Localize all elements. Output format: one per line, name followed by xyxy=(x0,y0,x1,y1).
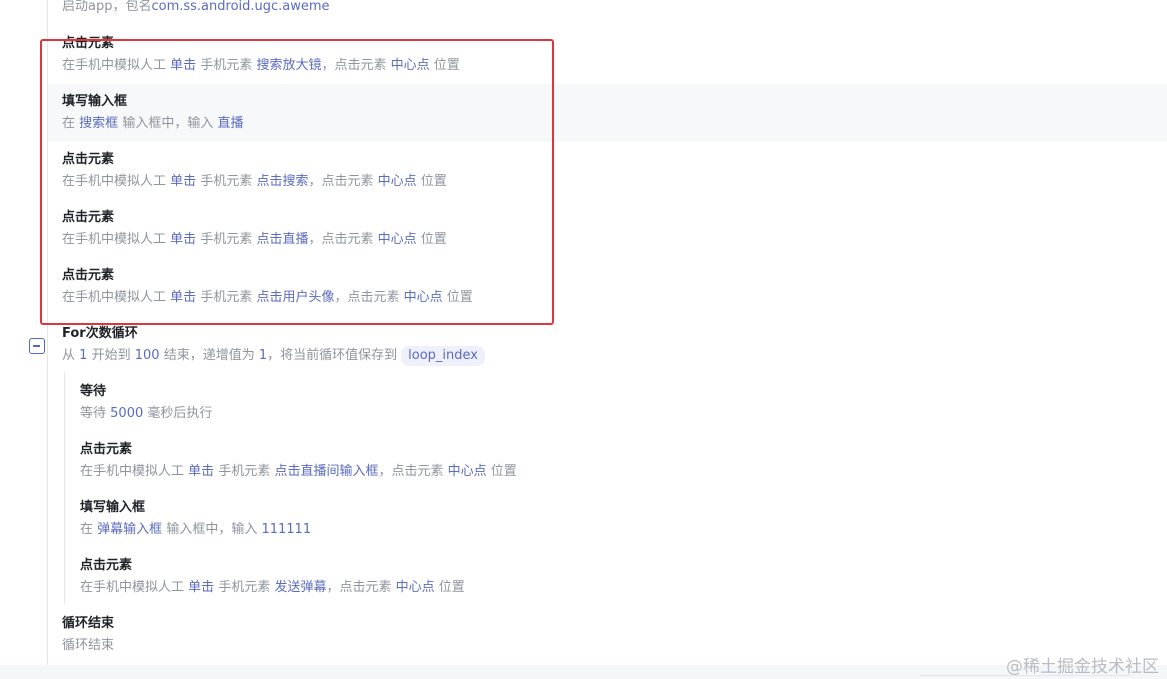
loop-variable-tag: loop_index xyxy=(401,346,485,366)
step-description: 从 1 开始到 100 结束，递增值为 1，将当前循环值保存到 loop_inde… xyxy=(62,346,485,366)
step-title: 循环结束 xyxy=(62,616,115,631)
launch-step[interactable]: 启动app，包名com.ss.android.ugc.aweme xyxy=(62,0,330,17)
step-title: 点击元素 xyxy=(80,442,133,457)
step-fill-input[interactable]: 填写输入框 在 弹幕输入框 输入框中，输入 111111 xyxy=(80,499,311,540)
step-description: 循环结束 xyxy=(62,638,115,653)
step-click-element[interactable]: 点击元素 在手机中模拟人工 单击 手机元素 点击直播间输入框，点击元素 中心点 … xyxy=(80,441,517,482)
annotation-highlight-box xyxy=(40,39,554,325)
watermark: @稀土掘金技术社区 xyxy=(1006,657,1159,677)
step-for-loop[interactable]: For次数循环 从 1 开始到 100 结束，递增值为 1，将当前循环值保存到 l… xyxy=(62,325,485,366)
step-wait[interactable]: 等待 等待 5000 毫秒后执行 xyxy=(80,383,212,424)
package-name: com.ss.android.ugc.aweme xyxy=(151,0,330,14)
step-description: 在手机中模拟人工 单击 手机元素 发送弹幕，点击元素 中心点 位置 xyxy=(80,580,465,595)
step-description: 启动app，包名com.ss.android.ugc.aweme xyxy=(62,0,330,14)
step-click-element[interactable]: 点击元素 在手机中模拟人工 单击 手机元素 发送弹幕，点击元素 中心点 位置 xyxy=(80,557,465,598)
collapse-minus-icon[interactable] xyxy=(29,338,45,354)
step-title: For次数循环 xyxy=(62,326,138,341)
step-title: 等待 xyxy=(80,384,107,399)
loop-nested-line xyxy=(64,372,65,604)
step-loop-end[interactable]: 循环结束 循环结束 xyxy=(62,615,114,656)
step-title: 填写输入框 xyxy=(80,500,146,515)
step-title: 点击元素 xyxy=(80,558,133,573)
step-description: 在 弹幕输入框 输入框中，输入 111111 xyxy=(80,522,312,537)
step-description: 在手机中模拟人工 单击 手机元素 点击直播间输入框，点击元素 中心点 位置 xyxy=(80,464,517,479)
step-description: 等待 5000 毫秒后执行 xyxy=(80,406,213,421)
